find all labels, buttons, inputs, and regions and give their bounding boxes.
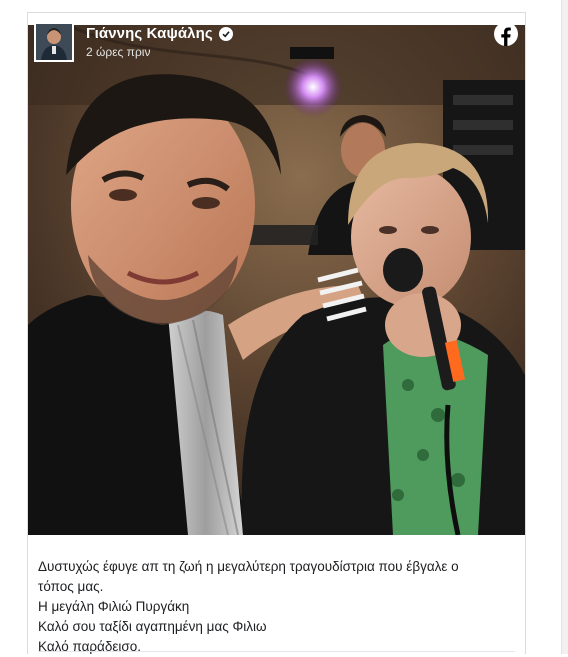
post-timestamp[interactable]: 2 ώρες πριν: [86, 45, 233, 59]
verified-badge-icon: [218, 26, 233, 41]
post-photo[interactable]: [28, 25, 525, 535]
caption-line: Η μεγάλη Φιλιώ Πυργάκη: [38, 599, 190, 614]
author-name[interactable]: Γιάννης Καψάλης: [86, 25, 213, 42]
author-avatar-image: [36, 24, 72, 60]
caption-line: Καλό σου ταξίδι αγαπημένη μας Φιλιω: [38, 619, 267, 634]
post-divider: [38, 651, 515, 652]
selfie-photo: [28, 25, 525, 535]
post-caption: Δυστυχώς έφυγε απ τη ζωή η μεγαλύτερη τρ…: [38, 557, 508, 657]
page-scrollbar[interactable]: [561, 0, 568, 654]
caption-line: Δυστυχώς έφυγε απ τη ζωή η μεγαλύτερη τρ…: [38, 559, 459, 574]
author-avatar[interactable]: [34, 22, 74, 62]
facebook-post-embed: Γιάννης Καψάλης 2 ώρες πριν Δυστυχώς έφυ…: [27, 12, 526, 654]
post-header: Γιάννης Καψάλης 2 ώρες πριν: [34, 19, 233, 65]
caption-line: τόπος μας.: [38, 579, 104, 594]
facebook-icon[interactable]: [494, 22, 518, 46]
caption-line: Καλό παράδεισο.: [38, 639, 141, 654]
